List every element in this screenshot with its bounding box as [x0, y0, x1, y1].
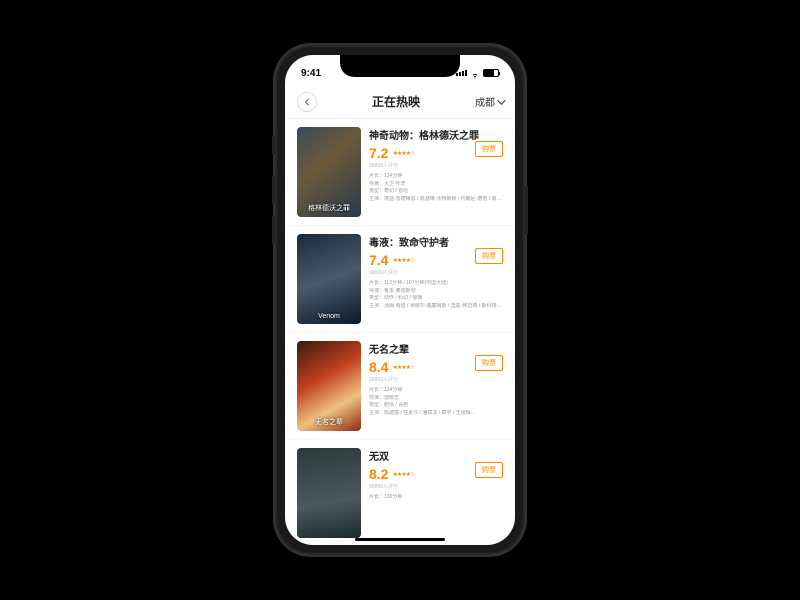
meta-line: 主演：汤姆·哈迪 / 米歇尔·威廉姆斯 / 里兹·阿迈德 / 斯科特·黑兹 / …	[369, 303, 503, 311]
poster-caption: 无名之辈	[297, 417, 361, 427]
meta-line: 片长：134分钟	[369, 173, 503, 181]
back-button[interactable]	[297, 92, 317, 112]
movie-row[interactable]: 格林德沃之罪神奇动物：格林德沃之罪7.2★★★★☆99999人评分片长：134分…	[285, 119, 515, 226]
meta-line: 导演：大卫·叶茨	[369, 181, 503, 189]
meta-line: 类型：剧情 / 喜剧	[369, 402, 503, 410]
mute-switch	[272, 135, 275, 155]
page-title: 正在热映	[372, 93, 420, 110]
signal-icon	[456, 70, 467, 76]
meta-line: 主演：陈建斌 / 任素汐 / 潘斌龙 / 章宇 / 王砚辉…	[369, 410, 503, 418]
wifi-icon	[470, 69, 480, 77]
poster-caption: Venom	[297, 313, 361, 320]
screen: 9:41 正在热映 成都 格林德沃之罪 神奇动物：格林德沃之罪 7.2 ★★★★☆ 99…	[285, 55, 515, 545]
volume-down	[272, 215, 275, 245]
phone-frame: 9:41 正在热映 成都 格林德沃之罪 神奇动物：格林德沃之罪 7.2 ★★★★☆ 99…	[275, 45, 525, 555]
meta-line: 导演：饶晓志	[369, 395, 503, 403]
meta-line: 片长：134分钟	[369, 387, 503, 395]
status-indicators	[456, 69, 499, 77]
movie-score: 7.2	[369, 145, 388, 161]
movie-info: 神奇动物：格林德沃之罪7.2★★★★☆99999人评分片长：134分钟导演：大卫…	[369, 127, 503, 217]
notch	[340, 55, 460, 77]
meta-line: 类型：奇幻 / 冒险	[369, 188, 503, 196]
meta-line: 主演：埃迪·雷德梅恩 / 凯瑟琳·沃特斯顿 / 约翰尼·德普 / 裘德·洛 / …	[369, 196, 503, 204]
volume-up	[272, 175, 275, 205]
movie-row[interactable]: 无名之辈无名之辈8.4★★★★☆99999人评分片长：134分钟导演：饶晓志类型…	[285, 333, 515, 440]
poster-caption: 格林德沃之罪	[297, 203, 361, 213]
meta-line: 导演：鲁本·弗雷斯彻	[369, 288, 503, 296]
movie-poster[interactable]: 无名之辈	[297, 341, 361, 431]
power-button	[525, 185, 528, 235]
movie-title: 毒液：致命守护者	[369, 234, 503, 249]
movie-title: 无双	[369, 448, 503, 463]
movie-meta: 片长：130分钟	[369, 494, 503, 502]
buy-ticket-button[interactable]: 购票	[475, 462, 503, 478]
buy-ticket-button[interactable]: 购票	[475, 141, 503, 157]
city-label: 成都	[475, 94, 495, 109]
movie-list[interactable]: 格林德沃之罪神奇动物：格林德沃之罪7.2★★★★☆99999人评分片长：134分…	[285, 119, 515, 545]
movie-info: 毒液：致命守护者7.4★★★★☆99999人评分片长：112分钟 / 107分钟…	[369, 234, 503, 324]
star-rating-icon: ★★★★☆	[392, 257, 414, 264]
rating-count: 99999人评分	[369, 376, 503, 383]
rating-count: 99999人评分	[369, 162, 503, 169]
rating-count: 99999人评分	[369, 483, 503, 490]
star-rating-icon: ★★★★☆	[392, 364, 414, 371]
movie-score: 7.4	[369, 252, 388, 268]
movie-info: 无双 8.2 ★★★★☆ 99999人评分片长：130分钟 购票	[369, 448, 503, 538]
movie-poster[interactable]: 格林德沃之罪	[297, 127, 361, 217]
movie-info: 无名之辈8.4★★★★☆99999人评分片长：134分钟导演：饶晓志类型：剧情 …	[369, 341, 503, 431]
movie-poster[interactable]: Venom	[297, 234, 361, 324]
rating-count: 99999人评分	[369, 269, 503, 276]
movie-title: 神奇动物：格林德沃之罪	[369, 127, 503, 142]
buy-ticket-button[interactable]: 购票	[475, 248, 503, 264]
movie-meta: 片长：134分钟导演：大卫·叶茨类型：奇幻 / 冒险主演：埃迪·雷德梅恩 / 凯…	[369, 173, 503, 203]
back-arrow-icon	[303, 98, 311, 106]
home-indicator[interactable]	[355, 538, 445, 541]
battery-icon	[483, 69, 499, 77]
meta-line: 片长：112分钟 / 107分钟(中国大陆)	[369, 280, 503, 288]
movie-poster[interactable]	[297, 448, 361, 538]
nav-header: 正在热映 成都	[285, 85, 515, 119]
star-rating-icon: ★★★★☆	[392, 471, 414, 478]
movie-row[interactable]: Venom毒液：致命守护者7.4★★★★☆99999人评分片长：112分钟 / …	[285, 226, 515, 333]
meta-line: 类型：动作 / 科幻 / 惊悚	[369, 295, 503, 303]
movie-score: 8.2	[369, 466, 388, 482]
chevron-down-icon	[497, 96, 505, 104]
star-rating-icon: ★★★★☆	[392, 150, 414, 157]
city-selector[interactable]: 成都	[475, 94, 503, 109]
status-time: 9:41	[301, 68, 321, 79]
buy-ticket-button[interactable]: 购票	[475, 355, 503, 371]
movie-meta: 片长：112分钟 / 107分钟(中国大陆)导演：鲁本·弗雷斯彻类型：动作 / …	[369, 280, 503, 310]
movie-title: 无名之辈	[369, 341, 503, 356]
movie-row[interactable]: 无双 8.2 ★★★★☆ 99999人评分片长：130分钟 购票	[285, 440, 515, 545]
movie-meta: 片长：134分钟导演：饶晓志类型：剧情 / 喜剧主演：陈建斌 / 任素汐 / 潘…	[369, 387, 503, 417]
meta-line: 片长：130分钟	[369, 494, 503, 502]
movie-score: 8.4	[369, 359, 388, 375]
